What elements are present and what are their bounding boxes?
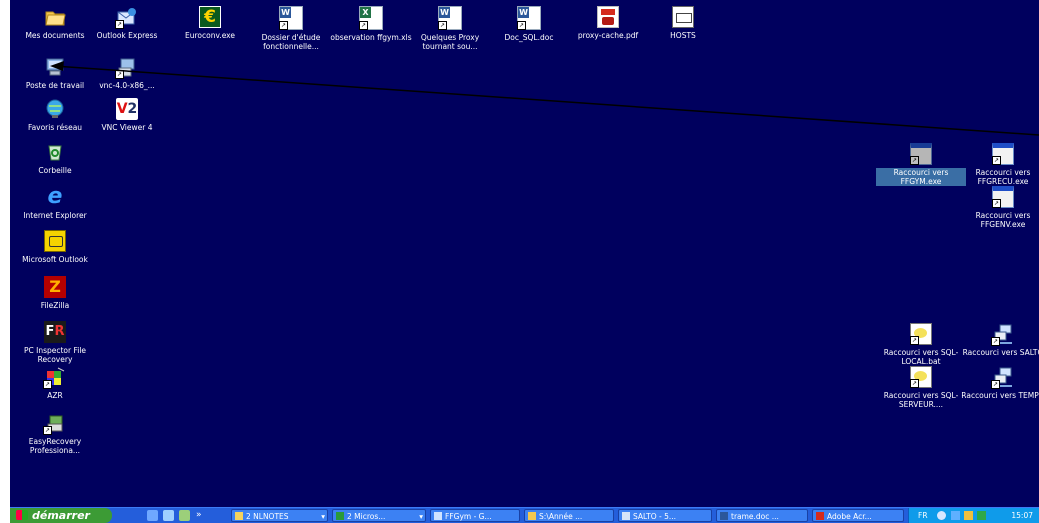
- adobe-acrobat-icon: [816, 512, 824, 520]
- lotus-notes-icon: [235, 512, 243, 520]
- tray-back-arrow-icon[interactable]: [937, 511, 946, 520]
- network-computer-icon: [622, 512, 630, 520]
- ffgym-app-icon: [434, 512, 442, 520]
- excel-icon: [336, 512, 344, 520]
- folder-icon: [528, 512, 536, 520]
- taskbar-button-salto[interactable]: SALTO - 5...: [618, 509, 712, 522]
- taskbar-button-word[interactable]: trame.doc ...: [716, 509, 808, 522]
- taskbar-button-adobe[interactable]: Adobe Acr...: [812, 509, 904, 522]
- start-label: démarrer: [32, 509, 90, 522]
- clock: 15:07: [1011, 511, 1033, 520]
- taskbar-button-nlnotes[interactable]: 2 NLNOTES ▾: [231, 509, 328, 522]
- windows-flag-icon: [16, 510, 28, 520]
- word-icon: [720, 512, 728, 520]
- annotation-arrow: [50, 61, 1039, 136]
- start-button[interactable]: démarrer: [10, 508, 112, 523]
- system-tray: FR 15:07: [908, 508, 1039, 523]
- taskbar-button-excel[interactable]: 2 Micros... ▾: [332, 509, 426, 522]
- language-indicator[interactable]: FR: [918, 508, 928, 523]
- desktop[interactable]: Mes documents ↗ Outlook Express € Euroco…: [10, 0, 1039, 507]
- taskbar-button-ffgym[interactable]: FFGym - G...: [430, 509, 520, 522]
- tray-monitor-icon[interactable]: [977, 511, 986, 520]
- quicklaunch-overflow[interactable]: »: [196, 508, 202, 522]
- tray-network-icon[interactable]: [951, 511, 960, 520]
- quicklaunch-outlook-express-icon[interactable]: [147, 510, 158, 521]
- taskbar: démarrer » 2 NLNOTES ▾ 2 Micros... ▾ FFGym…: [10, 507, 1039, 523]
- group-dropdown-icon: ▾: [321, 512, 325, 521]
- group-dropdown-icon: ▾: [419, 512, 423, 521]
- quicklaunch-desktop-icon[interactable]: [179, 510, 190, 521]
- quicklaunch-internet-explorer-icon[interactable]: [163, 510, 174, 521]
- taskbar-button-explorer[interactable]: S:\Année ...: [524, 509, 614, 522]
- tray-app-icon[interactable]: [964, 511, 973, 520]
